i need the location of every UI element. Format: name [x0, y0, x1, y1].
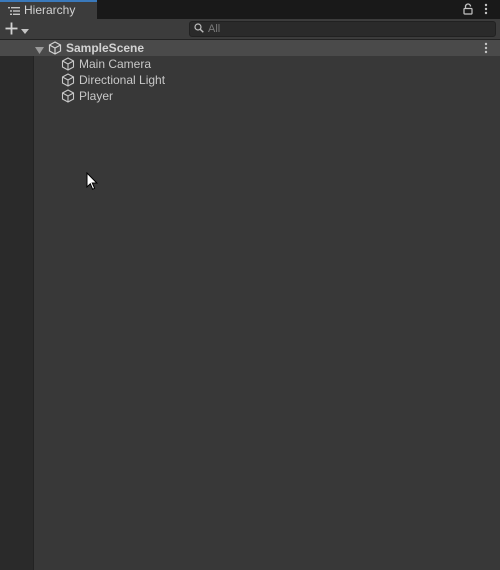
mouse-cursor-icon	[86, 171, 98, 191]
cube-icon	[61, 89, 75, 103]
tab-actions	[462, 2, 492, 16]
scene-menu-kebab-icon[interactable]	[480, 41, 492, 55]
cube-icon	[61, 57, 75, 71]
gameobject-row-player[interactable]: Player	[0, 88, 500, 104]
scene-name: SampleScene	[66, 41, 145, 55]
search-icon	[194, 22, 204, 36]
foldout-expanded-icon[interactable]	[35, 44, 44, 54]
chevron-down-icon	[21, 23, 29, 37]
search-input[interactable]	[208, 23, 495, 35]
gameobject-label: Directional Light	[79, 73, 166, 87]
tree-gutter	[0, 40, 34, 570]
list-icon	[8, 6, 20, 16]
search-field[interactable]	[189, 21, 496, 37]
plus-icon	[5, 22, 18, 38]
tab-hierarchy[interactable]: Hierarchy	[0, 0, 97, 19]
gameobject-row-main-camera[interactable]: Main Camera	[0, 56, 500, 72]
cube-icon	[61, 73, 75, 87]
gameobject-label: Main Camera	[79, 57, 152, 71]
lock-icon[interactable]	[462, 2, 474, 16]
create-dropdown-button[interactable]	[5, 21, 35, 38]
hierarchy-window: Hierarchy All SampleScene Main Camera Di…	[0, 0, 500, 570]
scene-header-row[interactable]: SampleScene	[0, 40, 500, 56]
hierarchy-toolbar	[0, 19, 500, 40]
gameobject-row-directional-light[interactable]: Directional Light	[0, 72, 500, 88]
tab-strip: Hierarchy	[0, 0, 500, 19]
gameobject-label: Player	[79, 89, 114, 103]
hierarchy-tree: SampleScene Main Camera Directional Ligh…	[0, 40, 500, 570]
tab-label: Hierarchy	[24, 3, 76, 17]
unity-scene-icon	[48, 41, 62, 55]
tab-menu-kebab-icon[interactable]	[480, 2, 492, 16]
